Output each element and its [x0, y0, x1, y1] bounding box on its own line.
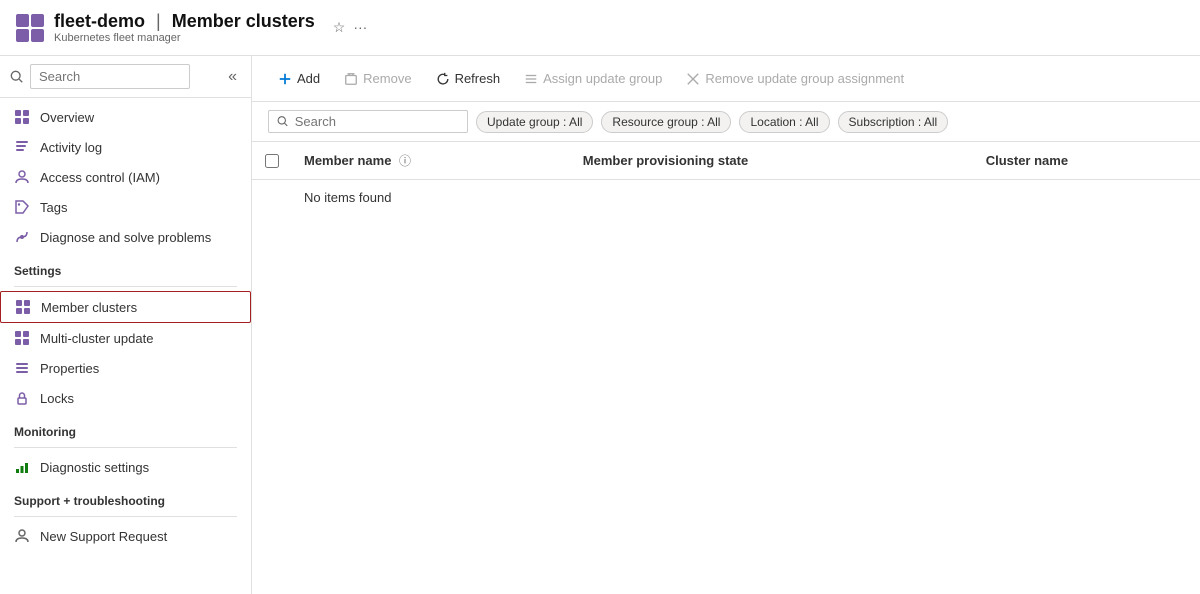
remove-update-group-assignment-icon [686, 72, 700, 86]
monitoring-divider [14, 447, 237, 448]
properties-label: Properties [40, 361, 99, 376]
settings-section-header: Settings [0, 252, 251, 282]
member-name-column-header: Member name ⓘ [292, 142, 571, 180]
remove-update-group-assignment-button[interactable]: Remove update group assignment [676, 66, 914, 91]
cluster-name-column-header: Cluster name [974, 142, 1200, 180]
properties-icon [14, 360, 30, 376]
sidebar-item-activity-log[interactable]: Activity log [0, 132, 251, 162]
overview-icon [14, 109, 30, 125]
title-separator: | [156, 11, 161, 31]
app-name: fleet-demo [54, 11, 145, 31]
sidebar-item-overview[interactable]: Overview [0, 102, 251, 132]
sidebar-item-properties[interactable]: Properties [0, 353, 251, 383]
table-header: Member name ⓘ Member provisioning state … [252, 142, 1200, 180]
table-container: Member name ⓘ Member provisioning state … [252, 142, 1200, 594]
sidebar-item-diagnostic-settings[interactable]: Diagnostic settings [0, 452, 251, 482]
more-options-icon[interactable]: ··· [353, 19, 367, 36]
member-provisioning-state-column-header: Member provisioning state [571, 142, 974, 180]
main-content: Add Remove Refresh Assign update group R… [252, 56, 1200, 594]
header-title: fleet-demo | Member clusters Kubernetes … [54, 11, 315, 44]
location-filter[interactable]: Location : All [739, 111, 829, 133]
filter-bar: Update group : All Resource group : All … [252, 102, 1200, 142]
sidebar-item-locks[interactable]: Locks [0, 383, 251, 413]
app-icon [16, 14, 44, 42]
member-name-info-icon: ⓘ [399, 154, 411, 168]
header-subtitle: Kubernetes fleet manager [54, 32, 315, 44]
sidebar-search-input[interactable] [30, 64, 190, 89]
sidebar: « Overview Activity log Access co [0, 56, 252, 594]
locks-icon [14, 390, 30, 406]
locks-label: Locks [40, 391, 74, 406]
table-body: No items found [252, 180, 1200, 216]
sidebar-search-area: « [0, 56, 251, 98]
refresh-button[interactable]: Refresh [426, 66, 511, 91]
select-all-checkbox[interactable] [265, 154, 279, 168]
page-name: Member clusters [172, 11, 315, 31]
subscription-filter[interactable]: Subscription : All [838, 111, 949, 133]
favorite-icon[interactable]: ☆ [333, 19, 346, 36]
sidebar-item-new-support-request[interactable]: New Support Request [0, 521, 251, 551]
activity-log-label: Activity log [40, 140, 102, 155]
table-search-icon [277, 115, 289, 128]
new-support-request-label: New Support Request [40, 529, 167, 544]
activity-log-icon [14, 139, 30, 155]
header-actions: ☆ ··· [333, 19, 368, 36]
diagnostic-settings-label: Diagnostic settings [40, 460, 149, 475]
remove-icon [344, 72, 358, 86]
main-layout: « Overview Activity log Access co [0, 56, 1200, 594]
header-title-main: fleet-demo | Member clusters [54, 11, 315, 32]
sidebar-item-tags[interactable]: Tags [0, 192, 251, 222]
access-control-icon [14, 169, 30, 185]
sidebar-item-diagnose[interactable]: Diagnose and solve problems [0, 222, 251, 252]
support-section-header: Support + troubleshooting [0, 482, 251, 512]
assign-update-group-icon [524, 72, 538, 86]
table-search-input[interactable] [295, 114, 459, 129]
diagnose-label: Diagnose and solve problems [40, 230, 211, 245]
access-control-label: Access control (IAM) [40, 170, 160, 185]
overview-label: Overview [40, 110, 94, 125]
diagnose-icon [14, 229, 30, 245]
refresh-icon [436, 72, 450, 86]
member-clusters-label: Member clusters [41, 300, 137, 315]
add-button[interactable]: Add [268, 66, 330, 91]
remove-button[interactable]: Remove [334, 66, 421, 91]
sidebar-collapse-button[interactable]: « [224, 66, 241, 88]
table-search-container [268, 110, 468, 133]
top-header: fleet-demo | Member clusters Kubernetes … [0, 0, 1200, 56]
sidebar-item-multi-cluster-update[interactable]: Multi-cluster update [0, 323, 251, 353]
support-divider [14, 516, 237, 517]
multi-cluster-update-label: Multi-cluster update [40, 331, 153, 346]
diagnostic-settings-icon [14, 459, 30, 475]
sidebar-nav: Overview Activity log Access control (IA… [0, 98, 251, 594]
sidebar-item-member-clusters[interactable]: Member clusters [0, 291, 251, 323]
toolbar: Add Remove Refresh Assign update group R… [252, 56, 1200, 102]
select-all-column [252, 142, 292, 180]
monitoring-section-header: Monitoring [0, 413, 251, 443]
no-items-message: No items found [292, 180, 1200, 216]
sidebar-search-icon [10, 70, 24, 84]
member-clusters-icon [15, 299, 31, 315]
new-support-request-icon [14, 528, 30, 544]
settings-divider [14, 286, 237, 287]
resource-group-filter[interactable]: Resource group : All [601, 111, 731, 133]
sidebar-item-access-control[interactable]: Access control (IAM) [0, 162, 251, 192]
tags-label: Tags [40, 200, 67, 215]
tags-icon [14, 199, 30, 215]
table-empty-row: No items found [252, 180, 1200, 216]
add-icon [278, 72, 292, 86]
update-group-filter[interactable]: Update group : All [476, 111, 593, 133]
assign-update-group-button[interactable]: Assign update group [514, 66, 672, 91]
member-clusters-table: Member name ⓘ Member provisioning state … [252, 142, 1200, 215]
multi-cluster-update-icon [14, 330, 30, 346]
